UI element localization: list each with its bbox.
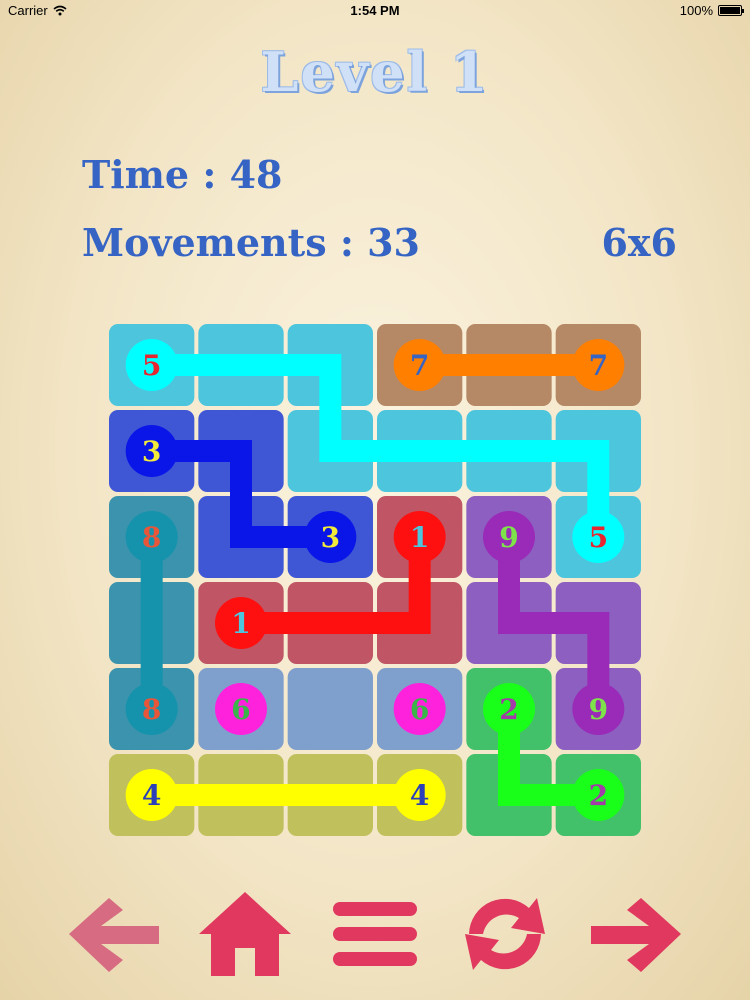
home-button[interactable]: [195, 888, 295, 980]
level-title: Level 1: [260, 40, 490, 104]
menu-icon: [333, 902, 417, 966]
endpoint-label-15: 2: [589, 779, 608, 812]
battery-icon: [718, 5, 744, 16]
status-time: 1:54 PM: [350, 3, 400, 18]
back-arrow-shape: [69, 898, 159, 972]
endpoint-label-16: 4: [142, 779, 161, 812]
endpoint-label-7: 1: [231, 607, 250, 640]
endpoint-label-9: 8: [142, 693, 161, 726]
endpoint-label-11: 9: [589, 693, 608, 726]
menu-button[interactable]: [325, 888, 425, 980]
time-counter: Time : 48: [82, 152, 283, 197]
home-shape: [199, 892, 291, 976]
endpoint-label-14: 2: [499, 693, 518, 726]
battery-indicator: 100%: [679, 3, 744, 18]
back-button[interactable]: [63, 888, 163, 980]
movements-counter: Movements : 33: [82, 220, 420, 265]
endpoint-label-0: 5: [142, 349, 161, 382]
restart-arc-top: [469, 898, 545, 934]
endpoint-label-2: 7: [410, 349, 429, 382]
endpoint-label-17: 4: [410, 779, 429, 812]
forward-arrow-shape: [591, 898, 681, 972]
home-icon: [199, 892, 291, 976]
endpoint-label-10: 9: [499, 521, 518, 554]
status-bar: Carrier 1:54 PM 100%: [0, 0, 750, 22]
endpoint-label-5: 3: [321, 521, 340, 554]
restart-button[interactable]: [455, 888, 555, 980]
restart-icon: [465, 898, 545, 970]
forward-arrow-icon: [591, 898, 681, 972]
control-bar: [0, 888, 750, 980]
menu-bar-middle: [333, 927, 417, 941]
menu-bar-top: [333, 902, 417, 916]
endpoint-label-8: 8: [142, 521, 161, 554]
back-arrow-icon: [69, 898, 159, 972]
restart-arc-bottom: [465, 934, 541, 970]
forward-button[interactable]: [587, 888, 687, 980]
grid-size-label: 6x6: [601, 220, 677, 265]
endpoint-label-6: 1: [410, 521, 429, 554]
battery-percent: 100%: [679, 3, 713, 18]
menu-bar-bottom: [333, 952, 417, 966]
endpoint-label-12: 6: [231, 693, 250, 726]
board-cell-r4-c2[interactable]: [287, 668, 373, 750]
game-board[interactable]: 5 5 7 7 3 3 1 1 8 8 9 9 6 6 2 2 4 4: [107, 322, 643, 838]
endpoint-label-3: 7: [589, 349, 608, 382]
board-canvas[interactable]: 5 5 7 7 3 3 1 1 8 8 9 9 6 6 2 2 4 4: [107, 322, 643, 838]
endpoint-label-13: 6: [410, 693, 429, 726]
endpoint-label-4: 3: [142, 435, 161, 468]
endpoint-label-1: 5: [589, 521, 608, 554]
